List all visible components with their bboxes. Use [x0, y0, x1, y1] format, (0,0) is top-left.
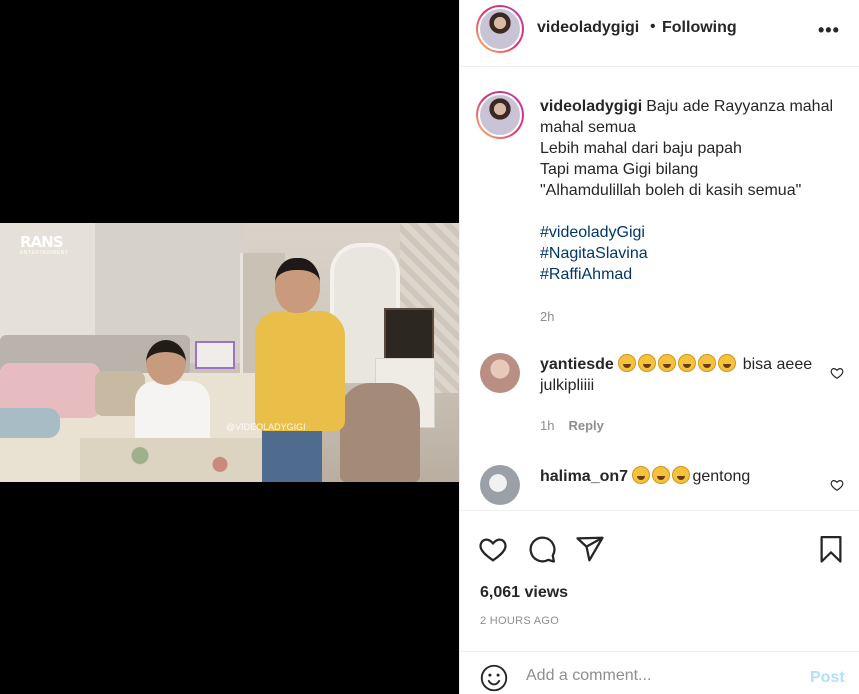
comment-body: gentong: [692, 468, 751, 485]
post-actions: 6,061 views 2 HOURS AGO: [460, 510, 859, 660]
caption-line: Baju ade Rayyanza mahal: [646, 98, 834, 115]
hashtag-link[interactable]: #videoladyGigi: [540, 222, 840, 243]
post-media[interactable]: RANS ENTERTAINMENT @VIDEOLADYGIGI: [0, 0, 459, 694]
caption-line: Tapi mama Gigi bilang: [540, 161, 699, 178]
caption-line: Lebih mahal dari baju papah: [540, 140, 742, 157]
video-scene-cabinet: [384, 308, 434, 360]
comment-text: halima_on7 gentong: [540, 466, 825, 487]
caption-time[interactable]: 2h: [540, 309, 554, 324]
comment-meta: 1h Reply: [540, 418, 604, 433]
commenter-username[interactable]: yantiesde: [540, 356, 614, 373]
author-avatar[interactable]: [476, 5, 524, 53]
video-scene-person: [255, 311, 345, 431]
caption-username[interactable]: videoladygigi: [540, 98, 642, 115]
caption-author-avatar[interactable]: [476, 91, 524, 139]
video-scene-person-head: [146, 340, 186, 385]
author-username[interactable]: videoladygigi: [537, 19, 639, 37]
commenter-username[interactable]: halima_on7: [540, 468, 628, 485]
channel-logo-subtitle: ENTERTAINMENT: [20, 250, 69, 256]
comment-text: yantiesde bisa aeee julkipliiii: [540, 354, 825, 396]
reply-button[interactable]: Reply: [568, 418, 603, 433]
post-timestamp[interactable]: 2 HOURS AGO: [480, 615, 559, 627]
caption-line: "Alhamdulillah boleh di kasih semua": [540, 182, 802, 199]
caption-line: mahal semua: [540, 119, 637, 136]
paper-plane-icon[interactable]: [575, 534, 605, 564]
like-comment-heart-icon[interactable]: [830, 366, 844, 380]
commenter-avatar[interactable]: [480, 465, 520, 505]
post-side-panel: videoladygigi • Following ••• videoladyg…: [459, 0, 859, 694]
more-options-icon[interactable]: •••: [818, 20, 840, 41]
hashtag-list: #videoladyGigi #NagitaSlavina #RaffiAhma…: [540, 222, 840, 285]
comment-input[interactable]: [526, 662, 796, 690]
separator-dot: •: [650, 18, 656, 35]
add-comment-bar: Post: [460, 651, 859, 694]
post-comment-button[interactable]: Post: [810, 669, 845, 687]
post-header: videoladygigi • Following •••: [460, 0, 859, 67]
video-scene-person: [135, 381, 210, 446]
video-frame[interactable]: RANS ENTERTAINMENT @VIDEOLADYGIGI: [0, 223, 459, 482]
heart-icon[interactable]: [478, 534, 508, 564]
video-watermark: @VIDEOLADYGIGI: [226, 422, 306, 432]
rofl-emoji-icon: [618, 354, 738, 373]
laughing-emoji-icon: [632, 466, 692, 485]
like-comment-heart-icon[interactable]: [830, 478, 844, 492]
commenter-avatar[interactable]: [480, 353, 520, 393]
video-scene-pillow: [0, 408, 60, 438]
hashtag-link[interactable]: #RaffiAhmad: [540, 264, 840, 285]
video-scene-chair: [340, 383, 420, 482]
comment-icon[interactable]: [527, 534, 557, 564]
video-scene-bag: [195, 341, 235, 369]
comments-scroll-area[interactable]: videoladygigi Baju ade Rayyanza mahal mah…: [460, 67, 859, 510]
video-scene-person-head: [275, 258, 320, 313]
smiley-icon[interactable]: [480, 664, 508, 692]
caption: videoladygigi Baju ade Rayyanza mahal mah…: [540, 96, 840, 285]
video-scene-blanket: [80, 438, 280, 482]
view-count[interactable]: 6,061 views: [480, 584, 568, 602]
following-button[interactable]: Following: [662, 19, 737, 37]
comment-time[interactable]: 1h: [540, 418, 554, 433]
hashtag-link[interactable]: #NagitaSlavina: [540, 243, 840, 264]
bookmark-icon[interactable]: [816, 534, 846, 564]
channel-logo: RANS: [20, 233, 64, 251]
